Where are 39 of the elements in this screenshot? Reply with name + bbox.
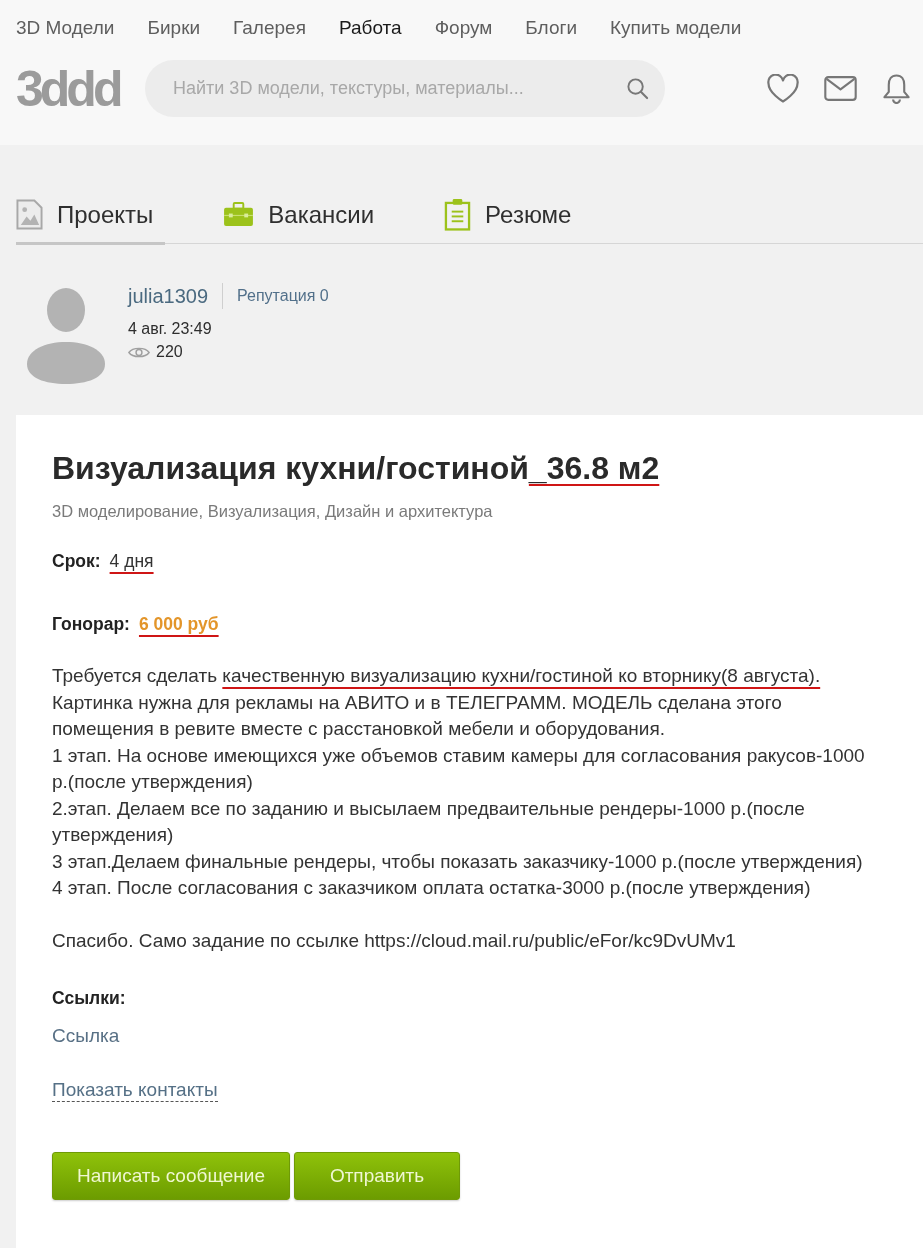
links-heading: Ссылки: [52,986,126,1010]
description-line: 4 этап. После согласования с заказчиком оплата остатка-3000 р.(после утверждения) [52,876,812,900]
tab[interactable]: Проекты [16,198,166,245]
job-title: Визуализация кухни/гостиной_36.8 м2 [52,449,661,488]
nav-link[interactable]: Купить модели [610,16,742,40]
heart-icon[interactable] [767,74,799,103]
bell-icon[interactable] [882,73,911,104]
eye-icon [128,345,150,359]
nav-link[interactable]: 3D Модели [16,16,115,40]
field-label: Гонорар: [52,613,130,636]
search-field[interactable]: Найти 3D модели, текстуры, материалы... [145,60,665,117]
briefcase-icon [223,202,255,227]
nav-link[interactable]: Блоги [525,16,578,40]
description-line: 3 этап.Делаем финальные рендеры, чтобы показать заказчику-1000 р.(после утверждения) [52,849,864,874]
tab[interactable]: Вакансии [223,198,387,245]
search-icon[interactable] [626,77,649,100]
fee-value: 6 000 руб [138,613,219,636]
description-line: Спасибо. Само задание по ссылке https://cloud.mail.ru/public/eFor/kc9DvUMv1 [52,929,737,953]
view-count: 220 [156,342,183,362]
reputation-link[interactable]: Репутация 0 [237,285,329,307]
attachment-link[interactable]: Ссылка [52,1023,120,1048]
description-line: 2.этап. Делаем все по заданию и высылаем предваительные рендеры-1000 р.(после утверждения) [52,796,806,847]
clipboard-icon [444,198,472,231]
tab[interactable]: Резюме [444,198,584,245]
mail-icon[interactable] [824,76,857,101]
username-link[interactable]: julia1309 [128,281,209,311]
show-contacts-link[interactable]: Показать контакты [52,1078,218,1102]
nav-link[interactable]: Галерея [233,16,306,40]
description-line: 1 этап. На основе имеющихся уже объемов ставим камеры для согласования ракусов-1000 р.(после утверждения) [52,743,866,794]
description-line: Требуется сделать качественную визуализацию кухни/гостиной ко вторнику(8 августа). [52,664,822,688]
nav-link[interactable]: Бирки [147,16,201,40]
description-line: Картинка нужна для рекламы на АВИТО и в ТЕЛЕГРАММ. МОДЕЛЬ сделана этого помещения в ревите вместе с расстановкой мебели и оборудования. [52,690,783,741]
deadline-value: 4 дня [109,550,154,573]
image-icon [16,199,43,230]
nav-link[interactable]: Работа [338,16,402,40]
post-date: 4 авг. 23:49 [128,319,212,339]
field-label: Срок: [52,550,101,573]
job-categories: 3D моделирование, Визуализация, Дизайн и архитектура [52,501,493,522]
nav-link[interactable]: Форум [434,16,493,40]
